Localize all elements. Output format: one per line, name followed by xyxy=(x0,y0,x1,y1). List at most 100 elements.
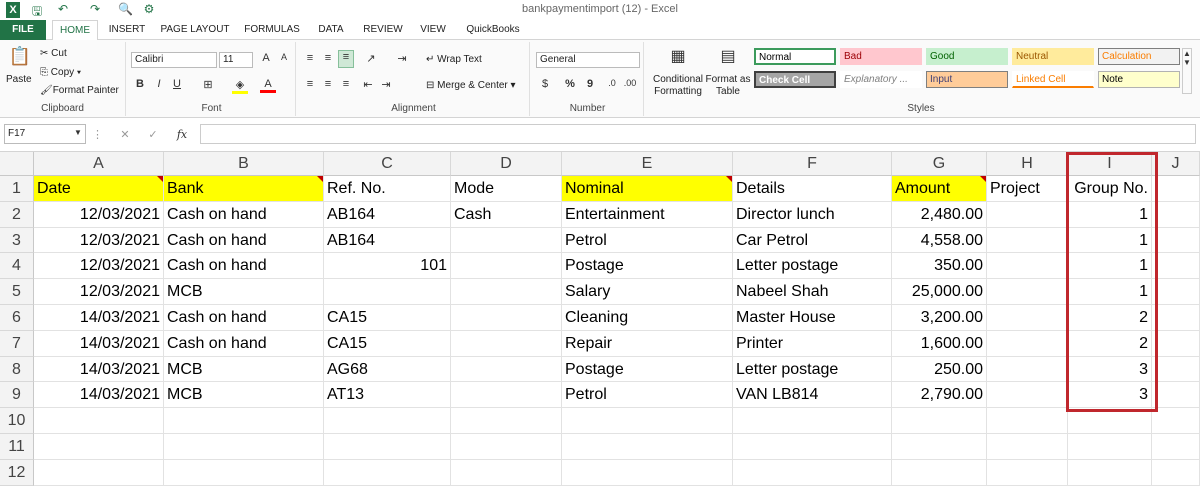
insert-function-button[interactable]: fx xyxy=(174,128,190,141)
grow-font-icon[interactable]: A xyxy=(258,52,274,64)
cell-j1[interactable] xyxy=(1152,176,1200,202)
cell-d4[interactable] xyxy=(451,253,562,280)
copy-button[interactable]: ⎘ Copy ▾ xyxy=(40,67,81,78)
cell-d2[interactable]: Cash xyxy=(451,201,562,228)
cell-a3[interactable]: 12/03/2021 xyxy=(34,227,164,254)
cell-g4[interactable]: 350.00 xyxy=(892,253,987,280)
row-header-4[interactable]: 4 xyxy=(0,253,34,280)
cell-d3[interactable] xyxy=(451,227,562,254)
orientation-icon[interactable]: ↗ xyxy=(360,52,382,65)
cell-c6[interactable]: CA15 xyxy=(324,305,451,331)
cell-f12[interactable] xyxy=(733,459,892,486)
cancel-icon[interactable]: ✕ xyxy=(118,128,132,141)
column-header-b[interactable]: B xyxy=(164,152,324,176)
cell-d11[interactable] xyxy=(451,434,562,460)
cell-style-explanatory[interactable]: Explanatory ... xyxy=(840,71,922,88)
increase-decimal-icon[interactable]: .0 xyxy=(604,78,620,88)
font-color-icon[interactable]: A xyxy=(260,78,276,93)
column-header-e[interactable]: E xyxy=(562,152,733,176)
cell-style-bad[interactable]: Bad xyxy=(840,48,922,65)
align-right-icon[interactable]: ≡ xyxy=(338,78,354,90)
column-header-f[interactable]: F xyxy=(733,152,892,176)
cell-f2[interactable]: Director lunch xyxy=(733,201,892,228)
tab-data[interactable]: DATA xyxy=(312,20,350,40)
cell-j8[interactable] xyxy=(1152,356,1200,383)
cell-g1[interactable]: Amount xyxy=(892,176,987,202)
cell-a2[interactable]: 12/03/2021 xyxy=(34,201,164,228)
format-as-table-icon[interactable]: ▤ xyxy=(718,46,738,68)
cell-f7[interactable]: Printer xyxy=(733,330,892,357)
cell-f6[interactable]: Master House xyxy=(733,305,892,331)
cell-style-check-cell[interactable]: Check Cell xyxy=(754,71,836,88)
borders-icon[interactable]: ⊞ xyxy=(200,78,216,91)
indent-icon[interactable]: ⇥ xyxy=(392,52,412,65)
cell-h7[interactable] xyxy=(987,330,1068,357)
font-size-select[interactable]: 11 xyxy=(219,52,253,68)
cell-h1[interactable]: Project xyxy=(987,176,1068,202)
row-header-8[interactable]: 8 xyxy=(0,356,34,383)
cell-a5[interactable]: 12/03/2021 xyxy=(34,279,164,305)
cell-g10[interactable] xyxy=(892,408,987,434)
cell-g6[interactable]: 3,200.00 xyxy=(892,305,987,331)
cell-h12[interactable] xyxy=(987,459,1068,486)
row-header-12[interactable]: 12 xyxy=(0,459,34,486)
conditional-formatting-icon[interactable]: ▦ xyxy=(668,46,688,68)
cell-j12[interactable] xyxy=(1152,459,1200,486)
tab-formulas[interactable]: FORMULAS xyxy=(240,20,304,40)
cell-e11[interactable] xyxy=(562,434,733,460)
cell-c4[interactable]: 101 xyxy=(324,253,451,280)
select-all-corner[interactable] xyxy=(0,152,34,176)
tab-review[interactable]: REVIEW xyxy=(358,20,408,40)
cell-e1[interactable]: Nominal xyxy=(562,176,733,202)
cell-h8[interactable] xyxy=(987,356,1068,383)
cell-a6[interactable]: 14/03/2021 xyxy=(34,305,164,331)
cell-f9[interactable]: VAN LB814 xyxy=(733,382,892,409)
cell-j4[interactable] xyxy=(1152,253,1200,280)
paste-icon[interactable]: 📋 xyxy=(6,46,34,70)
cell-g11[interactable] xyxy=(892,434,987,460)
cell-f5[interactable]: Nabeel Shah xyxy=(733,279,892,305)
column-header-d[interactable]: D xyxy=(451,152,562,176)
cell-style-good[interactable]: Good xyxy=(926,48,1008,65)
row-header-7[interactable]: 7 xyxy=(0,330,34,357)
cell-style-normal[interactable]: Normal xyxy=(754,48,836,65)
cell-h6[interactable] xyxy=(987,305,1068,331)
cell-b6[interactable]: Cash on hand xyxy=(164,305,324,331)
cell-style-neutral[interactable]: Neutral xyxy=(1012,48,1094,65)
cell-b2[interactable]: Cash on hand xyxy=(164,201,324,228)
cell-d8[interactable] xyxy=(451,356,562,383)
cell-b12[interactable] xyxy=(164,459,324,486)
cell-e8[interactable]: Postage xyxy=(562,356,733,383)
cell-h11[interactable] xyxy=(987,434,1068,460)
column-header-c[interactable]: C xyxy=(324,152,451,176)
cell-h3[interactable] xyxy=(987,227,1068,254)
cell-e6[interactable]: Cleaning xyxy=(562,305,733,331)
comma-style-button[interactable]: 9 xyxy=(582,78,598,90)
cell-g5[interactable]: 25,000.00 xyxy=(892,279,987,305)
align-top-icon[interactable]: ≡ xyxy=(302,52,318,64)
cell-f3[interactable]: Car Petrol xyxy=(733,227,892,254)
format-painter-button[interactable]: 🖌Format Painter xyxy=(40,85,119,96)
cell-b3[interactable]: Cash on hand xyxy=(164,227,324,254)
cell-a4[interactable]: 12/03/2021 xyxy=(34,253,164,280)
row-header-1[interactable]: 1 xyxy=(0,176,34,202)
decrease-indent-icon[interactable]: ⇤ xyxy=(360,78,376,91)
cell-c7[interactable]: CA15 xyxy=(324,330,451,357)
cell-style-note[interactable]: Note xyxy=(1098,71,1180,88)
shrink-font-icon[interactable]: A xyxy=(276,52,292,62)
cell-c5[interactable] xyxy=(324,279,451,305)
cell-g12[interactable] xyxy=(892,459,987,486)
align-left-icon[interactable]: ≡ xyxy=(302,78,318,90)
cell-j5[interactable] xyxy=(1152,279,1200,305)
cell-g2[interactable]: 2,480.00 xyxy=(892,201,987,228)
cell-e7[interactable]: Repair xyxy=(562,330,733,357)
cell-b7[interactable]: Cash on hand xyxy=(164,330,324,357)
row-header-2[interactable]: 2 xyxy=(0,201,34,228)
styles-scroll-icon[interactable]: ▲ ▼ xyxy=(1182,48,1192,94)
cell-g3[interactable]: 4,558.00 xyxy=(892,227,987,254)
cell-style-linked-cell[interactable]: Linked Cell xyxy=(1012,71,1094,88)
cell-a10[interactable] xyxy=(34,408,164,434)
cell-e3[interactable]: Petrol xyxy=(562,227,733,254)
bold-button[interactable]: B xyxy=(133,78,147,90)
cell-j7[interactable] xyxy=(1152,330,1200,357)
